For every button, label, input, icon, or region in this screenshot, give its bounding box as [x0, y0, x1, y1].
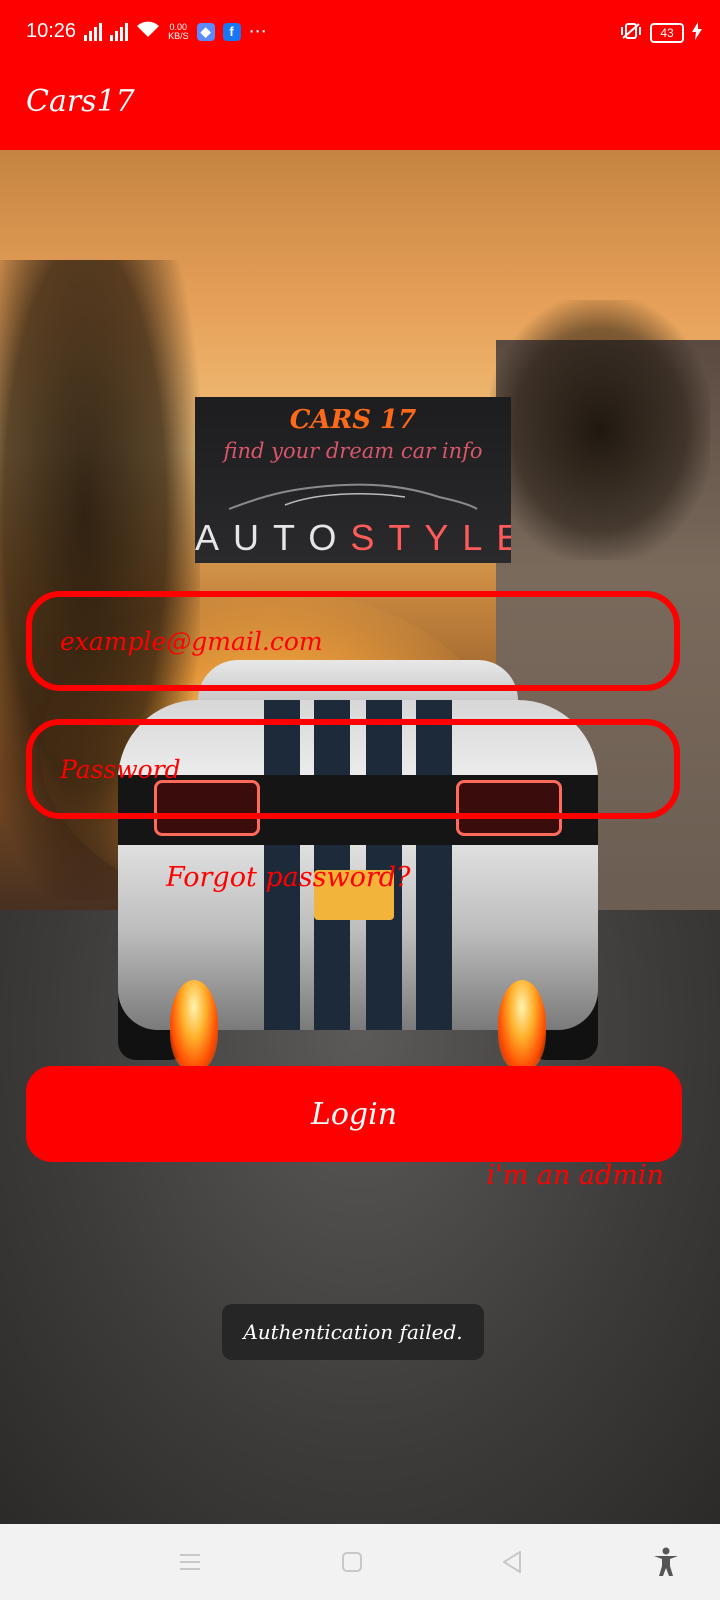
battery-icon: 43 — [650, 23, 684, 43]
status-bar-left: 10:26 0.00 KB/S ◆ f ··· — [26, 20, 267, 43]
car-silhouette-icon — [228, 483, 478, 510]
exhaust-flame-left — [170, 980, 218, 1070]
status-bar-right: 43 — [620, 22, 702, 44]
logo-tagline: find your dream car info — [223, 439, 483, 463]
app-title: Cars17 — [26, 84, 135, 119]
wifi-icon — [136, 20, 160, 43]
password-field[interactable] — [26, 719, 680, 819]
toast-message: Authentication failed. — [222, 1304, 484, 1360]
logo-title: CARS 17 — [289, 405, 417, 435]
status-bar: 10:26 0.00 KB/S ◆ f ··· 43 — [0, 0, 720, 70]
cars17-logo: CARS 17 find your dream car info AUTOSTY… — [195, 397, 511, 563]
more-notifications: ··· — [248, 20, 267, 43]
exhaust-flame-right — [498, 980, 546, 1070]
network-speed: 0.00 KB/S — [168, 21, 189, 41]
menu-icon[interactable] — [174, 1546, 206, 1578]
login-button[interactable]: Login — [26, 1066, 682, 1162]
signal-icon — [84, 22, 103, 41]
password-input[interactable] — [32, 725, 674, 813]
trees-right — [490, 300, 710, 560]
battery-level: 43 — [660, 26, 674, 40]
admin-link[interactable]: i'm an admin — [487, 1160, 664, 1191]
forgot-password-link[interactable]: Forgot password? — [166, 862, 411, 893]
email-input[interactable] — [32, 597, 674, 685]
signal-icon — [110, 22, 129, 41]
accessibility-icon[interactable] — [650, 1546, 682, 1578]
app-notification-icon: ◆ — [196, 22, 215, 41]
logo-subtitle: AUTOSTYLE — [195, 517, 511, 558]
navigation-bar — [0, 1524, 720, 1600]
app-bar: Cars17 — [0, 70, 720, 150]
home-icon[interactable] — [336, 1546, 368, 1578]
email-field[interactable] — [26, 591, 680, 691]
status-time: 10:26 — [26, 20, 77, 42]
back-icon[interactable] — [496, 1546, 528, 1578]
charging-icon — [692, 22, 702, 44]
facebook-icon: f — [222, 22, 241, 41]
vibrate-icon — [620, 22, 642, 44]
